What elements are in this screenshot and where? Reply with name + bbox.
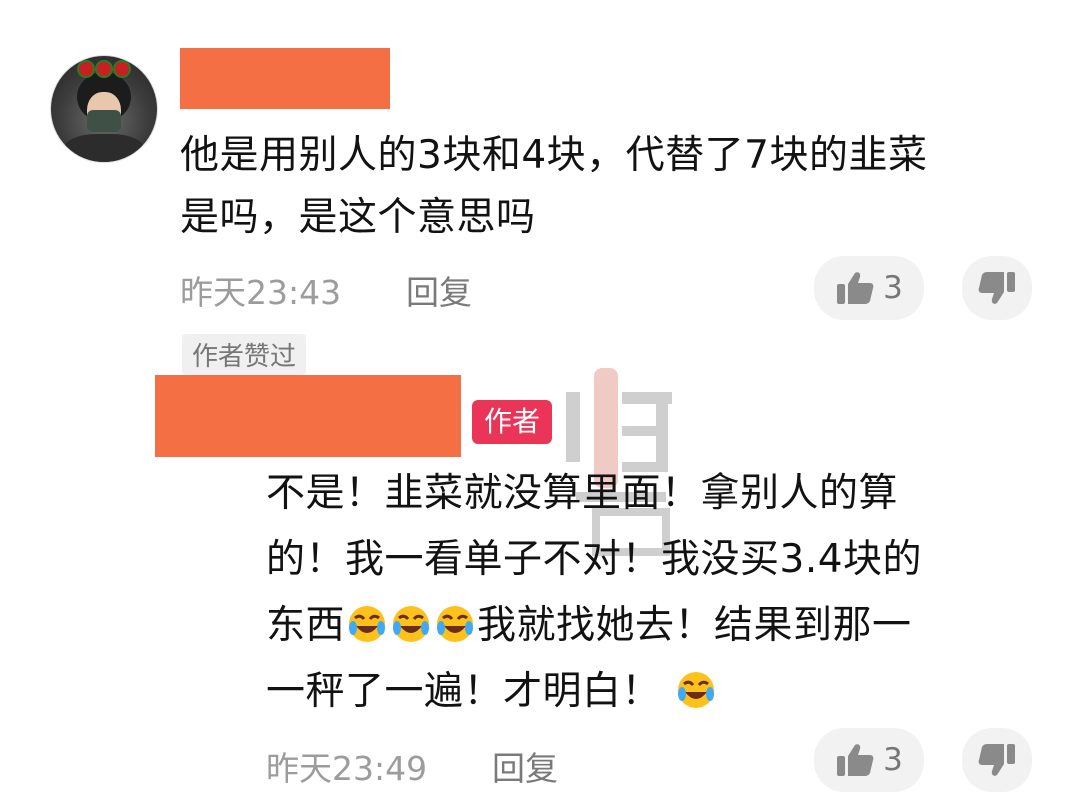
thumbs-down-icon [978,272,1015,304]
reply-button[interactable]: 回复 [492,742,558,790]
reply-text-segment: 一秤了一遍！才明白！ [266,669,662,714]
laugh-cry-emoji-icon [349,606,386,642]
like-button[interactable]: 3 [814,728,924,792]
commenter-avatar[interactable] [50,55,158,163]
like-count: 3 [883,270,903,306]
reply-text-line: 不是！韭菜就没算里面！拿别人的算 [266,471,899,516]
like-button[interactable]: 3 [814,256,924,320]
reply-timestamp: 昨天23:49 [266,749,428,788]
redacted-username [180,48,390,109]
reply-text-line: 一秤了一遍！才明白！ [266,660,718,724]
author-badge: 作者 [472,400,553,444]
laugh-cry-emoji-icon [677,672,714,708]
laugh-cry-emoji-icon [393,606,430,642]
reply-text-segment: 我就找她去！结果到那一 [477,603,912,648]
comment-timestamp: 昨天23:43 [180,273,342,312]
redacted-username [155,375,461,457]
reply-button[interactable]: 回复 [406,266,472,314]
reply-text-line: 东西 我就找她去！结果到那一 [266,594,912,658]
like-count: 3 [883,742,903,778]
comment-text-line: 他是用别人的3块和4块，代替了7块的韭菜 [180,133,928,178]
thumbs-down-icon [978,744,1015,776]
reply-text-line: 的！我一看单子不对！我没买3.4块的 [266,537,923,582]
thumbs-up-icon [837,744,874,776]
dislike-button[interactable] [962,256,1032,320]
laugh-cry-emoji-icon [437,606,474,642]
author-liked-tag: 作者赞过 [182,334,307,375]
reply-text-segment: 东西 [266,603,346,648]
comment-text-line: 是吗，是这个意思吗 [180,195,536,240]
thumbs-up-icon [837,272,874,304]
dislike-button[interactable] [962,728,1032,792]
